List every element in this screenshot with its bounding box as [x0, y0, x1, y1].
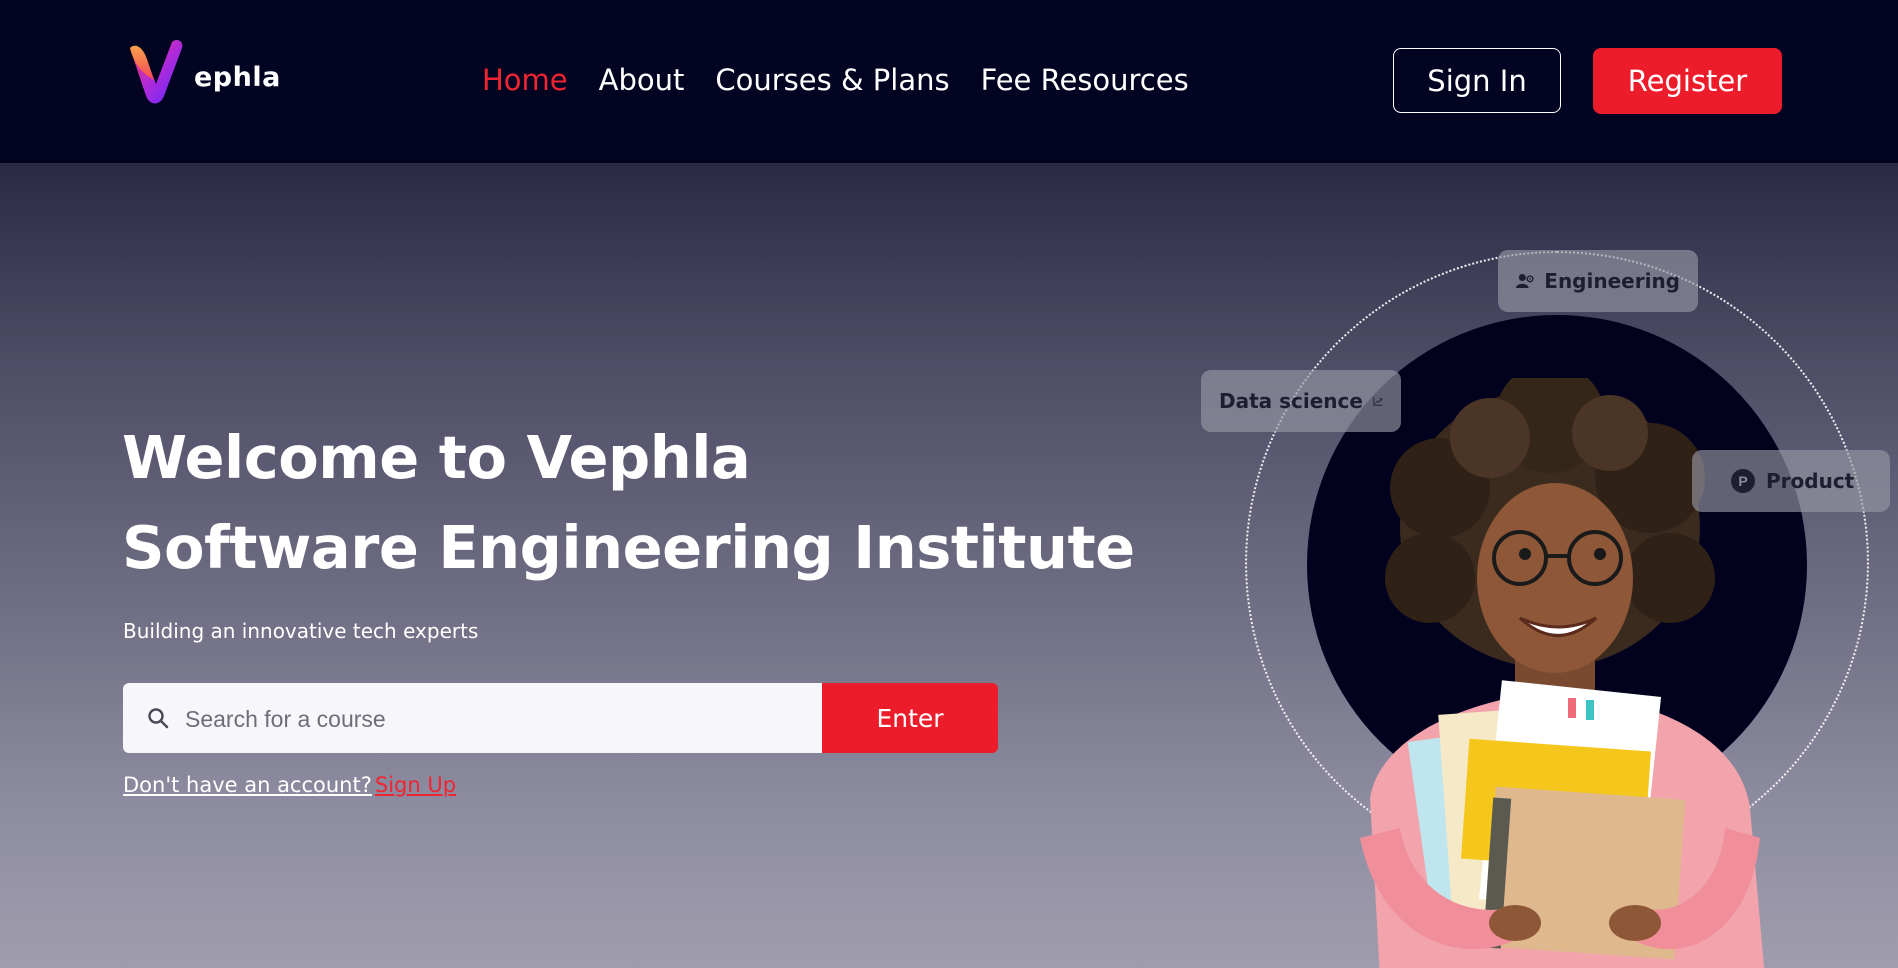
hero-title-line-2: Software Engineering Institute [122, 513, 1135, 582]
nav-about[interactable]: About [599, 60, 685, 100]
search-input[interactable] [183, 683, 807, 755]
engineering-badge: Engineering [1498, 250, 1698, 312]
svg-text:P: P [1738, 473, 1747, 489]
search-icon [148, 708, 169, 729]
hero-title: Welcome to Vephla Software Engineering I… [122, 413, 1135, 593]
signup-prompt: Don't have an account? Sign Up [123, 773, 456, 797]
engineering-label: Engineering [1544, 269, 1680, 293]
data-science-label: Data science [1219, 389, 1363, 413]
data-science-badge: Data science [1201, 370, 1401, 432]
sign-up-link[interactable]: Sign Up [375, 773, 456, 797]
hero-title-line-1: Welcome to Vephla [122, 423, 751, 492]
user-gear-icon [1516, 273, 1534, 289]
account-prompt-text: Don't have an account? [123, 773, 372, 797]
logo-wordmark: ephla [194, 62, 281, 93]
enter-button[interactable]: Enter [822, 683, 998, 753]
page: ephla Home About Courses & Plans Fee Res… [0, 0, 1898, 968]
product-badge: P Product [1692, 450, 1890, 512]
nav-fee-resources[interactable]: Fee Resources [981, 60, 1189, 100]
top-navbar: ephla Home About Courses & Plans Fee Res… [0, 0, 1898, 163]
hero-subtitle: Building an innovative tech experts [123, 619, 479, 643]
logo-v-icon [130, 40, 183, 104]
register-button[interactable]: Register [1593, 48, 1782, 114]
product-label: Product [1766, 469, 1855, 493]
main-nav: Home About Courses & Plans Fee Resources [482, 60, 1189, 100]
search-bar [123, 683, 823, 755]
vephla-logo[interactable]: ephla [124, 36, 280, 106]
hero-section: Welcome to Vephla Software Engineering I… [0, 163, 1898, 968]
nav-home[interactable]: Home [482, 60, 568, 100]
nav-courses-plans[interactable]: Courses & Plans [715, 60, 949, 100]
chart-icon [1373, 396, 1383, 406]
sign-in-button[interactable]: Sign In [1393, 48, 1561, 113]
product-p-icon: P [1731, 469, 1755, 493]
